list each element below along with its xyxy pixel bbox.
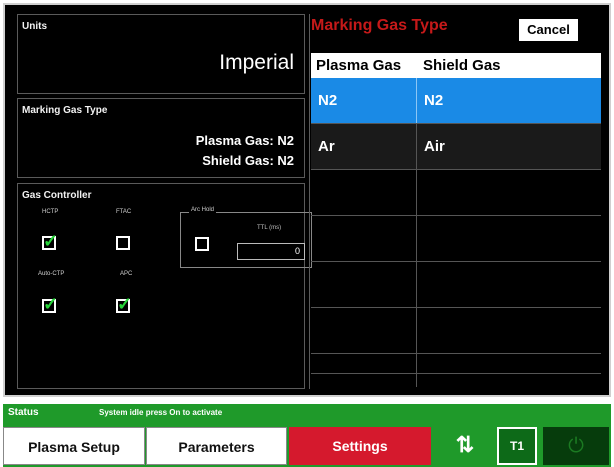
auto-ctp-label: Auto-CTP bbox=[38, 271, 65, 277]
status-label: Status bbox=[8, 407, 39, 418]
checkmark-icon: ✓ bbox=[117, 294, 133, 314]
auto-ctp-checkbox[interactable]: ✓ bbox=[42, 295, 58, 313]
tab-plasma-setup[interactable]: Plasma Setup bbox=[3, 427, 145, 465]
table-row[interactable]: N2 N2 bbox=[311, 78, 601, 124]
t1-button[interactable]: T1 bbox=[497, 427, 537, 465]
table-cell: N2 bbox=[318, 92, 338, 109]
swap-arrows-icon[interactable]: ⇅ bbox=[437, 422, 493, 467]
arc-hold-title: Arc Hold bbox=[189, 207, 217, 213]
ftac-label: FTAC bbox=[116, 209, 132, 215]
table-cell: Air bbox=[424, 138, 445, 155]
gas-type-table: Plasma Gas Shield Gas N2 N2 Ar Air bbox=[311, 53, 601, 387]
apc-label: APC bbox=[120, 271, 133, 277]
table-cell: Ar bbox=[318, 138, 335, 155]
units-panel[interactable]: Units Imperial bbox=[17, 14, 305, 94]
table-row[interactable]: Ar Air bbox=[311, 124, 601, 170]
marking-gas-panel[interactable]: Marking Gas Type Plasma Gas: N2 Shield G… bbox=[17, 98, 305, 178]
ttl-input[interactable]: 0 bbox=[237, 243, 305, 260]
column-header-plasma: Plasma Gas bbox=[316, 57, 402, 74]
bottom-nav: Plasma Setup Parameters Settings ⇅ T1 ⏻ bbox=[3, 422, 611, 467]
hctp-checkbox[interactable]: ✓ bbox=[42, 232, 58, 250]
power-icon[interactable]: ⏻ bbox=[543, 427, 609, 465]
table-header: Plasma Gas Shield Gas bbox=[311, 53, 601, 78]
hctp-label: HCTP bbox=[42, 209, 59, 215]
table-row-empty bbox=[311, 374, 601, 387]
arc-hold-checkbox[interactable] bbox=[195, 237, 209, 251]
units-value: Imperial bbox=[219, 51, 294, 74]
apc-checkbox[interactable]: ✓ bbox=[116, 295, 132, 313]
table-row-empty bbox=[311, 170, 601, 216]
table-row-empty bbox=[311, 354, 601, 374]
tab-settings[interactable]: Settings bbox=[289, 427, 431, 465]
table-row-empty bbox=[311, 262, 601, 308]
gas-controller-title: Gas Controller bbox=[22, 190, 92, 201]
table-row-empty bbox=[311, 216, 601, 262]
table-cell: N2 bbox=[424, 92, 444, 109]
column-header-shield: Shield Gas bbox=[423, 57, 501, 74]
arc-hold-group: Arc Hold TTL (ms) 0 bbox=[180, 207, 312, 268]
plasma-gas-value: Plasma Gas: N2 bbox=[195, 133, 294, 148]
checkmark-icon: ✓ bbox=[43, 294, 59, 314]
tab-parameters[interactable]: Parameters bbox=[146, 427, 287, 465]
gas-type-title: Marking Gas Type bbox=[311, 17, 448, 34]
table-row-empty bbox=[311, 308, 601, 354]
cancel-button[interactable]: Cancel bbox=[517, 17, 580, 43]
shield-gas-value: Shield Gas: N2 bbox=[202, 153, 294, 168]
checkmark-icon: ✓ bbox=[43, 231, 59, 251]
units-title: Units bbox=[22, 21, 47, 32]
divider bbox=[309, 14, 310, 389]
gas-controller-panel: Gas Controller HCTP ✓ FTAC Auto-CTP ✓ AP… bbox=[17, 183, 312, 389]
marking-gas-title: Marking Gas Type bbox=[22, 105, 108, 116]
status-message: System idle press On to activate bbox=[99, 408, 223, 417]
ftac-checkbox[interactable] bbox=[116, 236, 130, 250]
status-bar: Status System idle press On to activate bbox=[3, 404, 611, 422]
ttl-label: TTL (ms) bbox=[257, 225, 282, 231]
